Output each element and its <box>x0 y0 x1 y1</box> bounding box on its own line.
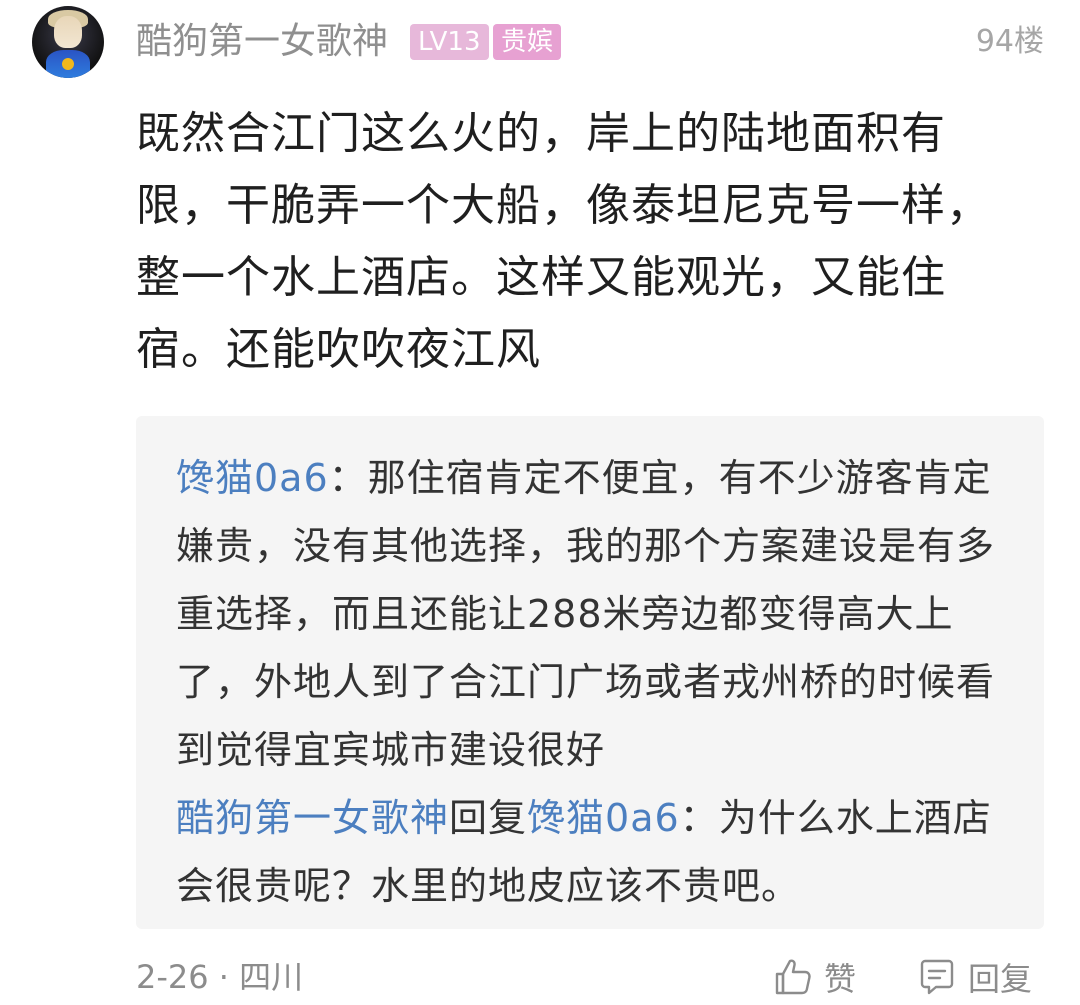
author-name[interactable]: 酷狗第一女歌神 <box>136 20 388 64</box>
reply-label: 回复 <box>968 960 1033 998</box>
reply-author[interactable]: 酷狗第一女歌神 <box>176 796 449 840</box>
level-badge: LV13 <box>410 24 489 60</box>
comment-content: 既然合江门这么火的，岸上的陆地面积有限，干脆弄一个大船，像泰坦尼克号一样，整一个… <box>136 108 991 375</box>
thumbs-up-icon <box>775 959 811 995</box>
reply-author[interactable]: 馋猫0a6 <box>176 456 329 500</box>
reply-thread[interactable]: 馋猫0a6：那住宿肯定不便宜，有不少游客肯定嫌贵，没有其他选择，我的那个方案建设… <box>136 416 1044 929</box>
avatar-face <box>54 16 82 48</box>
comment-post: 酷狗第一女歌神 LV13 贵嫔 94楼 既然合江门这么火的，岸上的陆地面积有限，… <box>0 0 1080 1005</box>
reply-button[interactable]: 回复 <box>916 953 1032 1001</box>
reply-separator: ： <box>328 456 368 500</box>
post-meta: 2-26 · 四川 <box>136 958 304 996</box>
reply-text: 那住宿肯定不便宜，有不少游客肯定嫌贵，没有其他选择，我的那个方案建设是有多重选择… <box>176 456 996 772</box>
reply-word: 回复 <box>449 796 528 840</box>
reply-item[interactable]: 酷狗第一女歌神回复馋猫0a6：为什么水上酒店会很贵呢？水里的地皮应该不贵吧。 <box>176 784 1004 920</box>
title-badge: 贵嫔 <box>493 24 562 60</box>
reply-target[interactable]: 馋猫0a6 <box>527 796 680 840</box>
avatar-detail <box>62 58 74 70</box>
comment-icon <box>920 959 954 995</box>
like-label: 赞 <box>824 960 857 998</box>
like-button[interactable]: 赞 <box>772 953 856 1001</box>
user-avatar[interactable] <box>32 6 104 78</box>
reply-item[interactable]: 馋猫0a6：那住宿肯定不便宜，有不少游客肯定嫌贵，没有其他选择，我的那个方案建设… <box>176 444 1004 784</box>
reply-separator: ： <box>679 796 719 840</box>
floor-number: 94楼 <box>975 24 1044 59</box>
